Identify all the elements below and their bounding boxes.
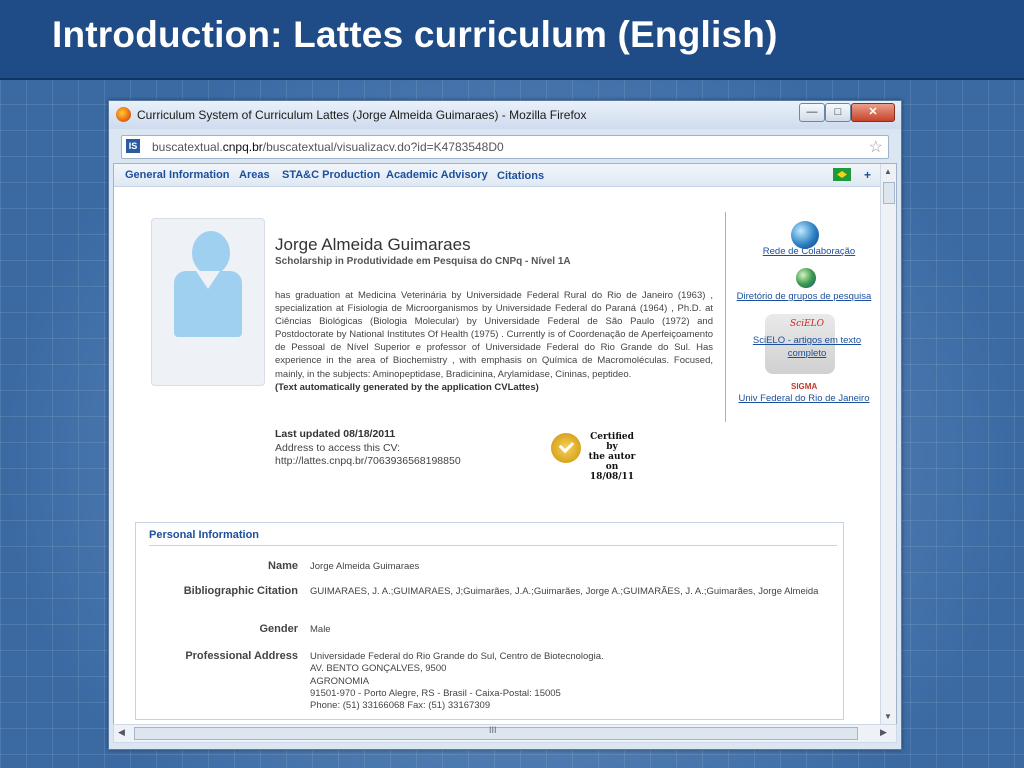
window-titlebar[interactable]: Curriculum System of Curriculum Lattes (… [109, 101, 901, 129]
certified-line-1: Certified by [590, 432, 634, 452]
researcher-name: Jorge Almeida Guimaraes [275, 235, 471, 254]
nav-general-information[interactable]: General Information [125, 169, 230, 181]
close-button[interactable]: ✕ [851, 103, 895, 122]
firefox-icon [116, 107, 131, 122]
scroll-down-arrow-icon[interactable]: ▼ [884, 712, 892, 721]
nav-areas[interactable]: Areas [239, 169, 270, 181]
cv-address-label: Address to access this CV: [275, 442, 401, 454]
certified-line-3: 18/08/11 [589, 472, 635, 482]
profile-photo-placeholder [151, 218, 265, 386]
address-bar[interactable]: IS buscatextual.cnpq.br/buscatextual/vis… [121, 135, 889, 159]
label-name: Name [268, 560, 298, 572]
cv-navbar: General Information Areas STA&C Producti… [114, 164, 880, 187]
cv-address-url[interactable]: http://lattes.cnpq.br/7063936568198850 [275, 455, 461, 467]
nav-academic-advisory[interactable]: Academic Advisory [386, 169, 488, 181]
address-line: Phone: (51) 33166068 Fax: (51) 33167309 [310, 700, 491, 712]
scroll-grip: III [489, 725, 497, 735]
brazil-flag-icon[interactable] [833, 168, 851, 181]
address-line: 91501-970 - Porto Alegre, RS - Brasil - … [310, 687, 561, 699]
ufrj-link[interactable]: Univ Federal do Rio de Janeiro [734, 393, 874, 404]
biography-note: (Text automatically generated by the app… [275, 381, 539, 393]
maximize-button[interactable]: □ [825, 103, 851, 122]
horizontal-scrollbar[interactable]: ◀ III ▶ [113, 724, 897, 743]
label-address: Professional Address [185, 650, 298, 662]
bookmark-star-icon[interactable]: ☆ [869, 137, 883, 157]
label-gender: Gender [259, 623, 298, 635]
panel-title: Personal Information [149, 529, 260, 541]
url-path: /buscatextual/visualizacv.do?id=K4783548… [262, 140, 504, 154]
plus-icon[interactable]: + [864, 168, 871, 182]
url-prefix: buscatextual. [152, 140, 223, 154]
vertical-scroll-thumb[interactable] [883, 182, 895, 204]
address-line: AGRONOMIA [310, 675, 370, 687]
address-line: Universidade Federal do Rio Grande do Su… [310, 651, 604, 662]
sidebar-divider [725, 212, 726, 422]
personal-information-panel: Personal Information Name Jorge Almeida … [135, 522, 844, 720]
collaboration-network-link[interactable]: Rede de Colaboração [734, 246, 884, 257]
nav-citations[interactable]: Citations [497, 170, 544, 182]
avatar-head [192, 231, 230, 275]
site-icon: IS [126, 139, 140, 153]
value-address: Universidade Federal do Rio Grande do Su… [310, 651, 820, 712]
page-viewport: General Information Areas STA&C Producti… [113, 163, 897, 725]
research-groups-link[interactable]: Diretório de grupos de pesquisa [734, 291, 874, 302]
scroll-left-arrow-icon[interactable]: ◀ [118, 727, 125, 738]
sigma-text: SIGMA [791, 382, 818, 391]
panel-divider [149, 545, 837, 546]
value-citation: GUIMARAES, J. A.;GUIMARAES, J;Guimarães,… [310, 586, 819, 597]
url-text[interactable]: buscatextual.cnpq.br/buscatextual/visual… [152, 140, 504, 154]
label-citation: Bibliographic Citation [183, 585, 298, 597]
scroll-right-arrow-icon[interactable]: ▶ [880, 727, 887, 738]
certified-line-2: the autor on [588, 452, 636, 472]
slide-title-bar: Introduction: Lattes curriculum (English… [0, 0, 1024, 80]
scholarship-subtitle: Scholarship in Produtividade em Pesquisa… [275, 256, 571, 267]
scielo-link[interactable]: SciELO - artigos em texto completo [742, 334, 872, 360]
scroll-up-arrow-icon[interactable]: ▲ [884, 167, 892, 176]
biography-text: has graduation at Medicina Veterinária b… [275, 290, 713, 380]
browser-window: Curriculum System of Curriculum Lattes (… [108, 100, 902, 750]
globe-icon[interactable] [791, 221, 819, 249]
url-domain: cnpq.br [222, 140, 263, 154]
minimize-button[interactable]: — [799, 103, 825, 122]
certified-text: Certified by the autor on 18/08/11 [584, 432, 640, 482]
slide-title: Introduction: Lattes curriculum (English… [52, 14, 778, 55]
research-groups-icon[interactable] [796, 268, 816, 288]
address-line: AV. BENTO GONÇALVES, 9500 [310, 663, 447, 675]
biography: has graduation at Medicina Veterinária b… [275, 289, 713, 394]
last-updated: Last updated 08/18/2011 [275, 428, 396, 440]
value-gender: Male [310, 624, 331, 635]
value-name: Jorge Almeida Guimaraes [310, 561, 420, 572]
certified-seal-icon [551, 433, 581, 463]
nav-stac-production[interactable]: STA&C Production [282, 169, 380, 181]
window-title: Curriculum System of Curriculum Lattes (… [137, 108, 587, 122]
